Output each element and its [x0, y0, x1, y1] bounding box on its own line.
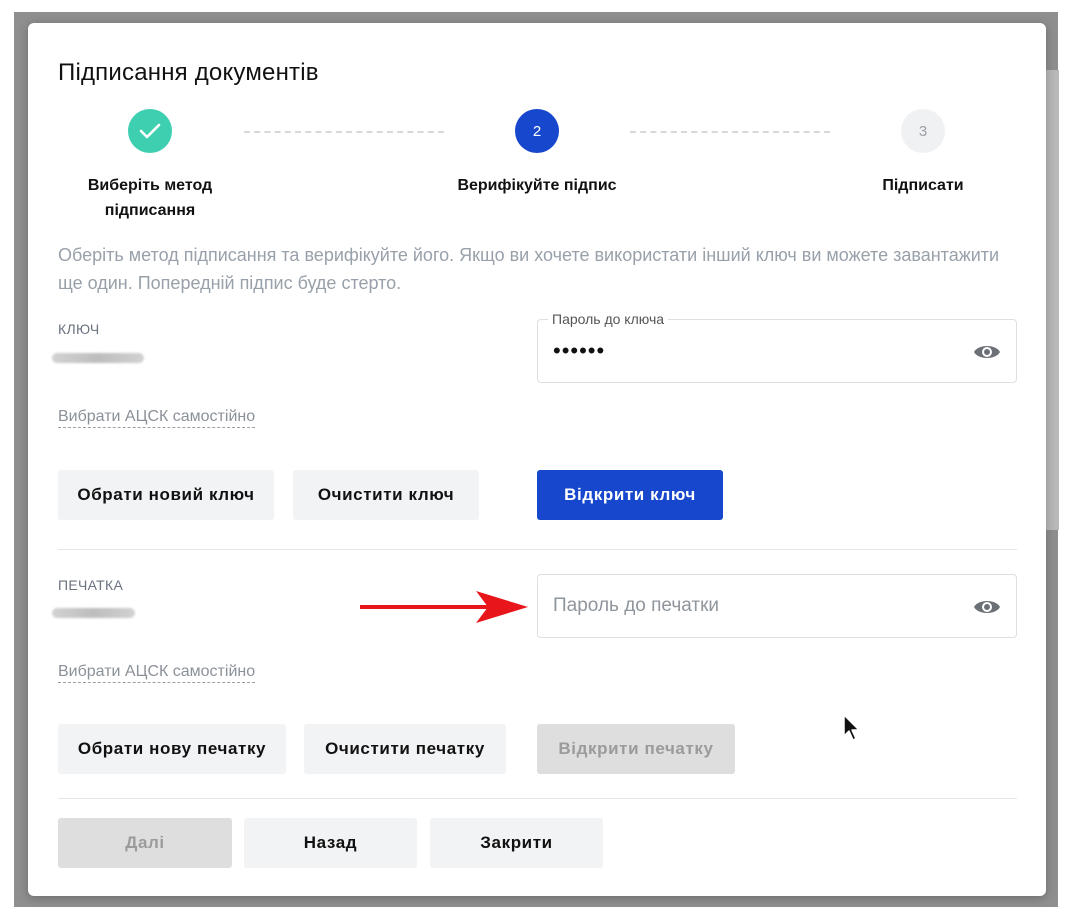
backdrop-scrollbar — [1045, 70, 1059, 530]
step-1-label: Виберіть метод підписання — [87, 177, 213, 219]
stepper-connector-1 — [244, 131, 444, 133]
step-1-done-indicator — [128, 109, 172, 153]
stamp-password-field[interactable]: Пароль до печатки — [537, 574, 1017, 638]
key-password-label: Пароль до ключа — [548, 311, 669, 327]
clear-key-button[interactable]: Очистити ключ — [293, 470, 479, 520]
dialog-title: Підписання документів — [58, 59, 319, 86]
step-3-indicator: 3 — [901, 109, 945, 153]
stamp-name-redacted — [52, 608, 135, 618]
stamp-password-placeholder[interactable]: Пароль до печатки — [553, 595, 719, 617]
stamp-caption: ПЕЧАТКА — [58, 577, 124, 593]
key-choose-acsk-link[interactable]: Вибрати АЦСК самостійно — [58, 407, 256, 428]
step-2-indicator: 2 — [515, 109, 559, 153]
key-name-redacted — [52, 353, 144, 363]
key-caption: КЛЮЧ — [58, 321, 100, 337]
footer-divider — [58, 798, 1017, 799]
next-button[interactable]: Далі — [58, 818, 232, 868]
close-button[interactable]: Закрити — [430, 818, 603, 868]
step-3-label: Підписати — [882, 177, 964, 194]
step-2-label: Верифікуйте підпис — [457, 177, 617, 194]
choose-new-stamp-button[interactable]: Обрати нову печатку — [58, 724, 286, 774]
key-password-field[interactable]: Пароль до ключа •••••• — [537, 311, 1017, 383]
key-password-value[interactable]: •••••• — [553, 338, 605, 364]
stepper-connector-2 — [630, 131, 830, 133]
signing-dialog: Підписання документів 2 3 Виберіть метод… — [28, 23, 1046, 896]
open-key-button[interactable]: Відкрити ключ — [537, 470, 723, 520]
eye-icon[interactable] — [973, 596, 1001, 618]
arrow-annotation — [360, 591, 528, 623]
clear-stamp-button[interactable]: Очистити печатку — [304, 724, 506, 774]
back-button[interactable]: Назад — [244, 818, 417, 868]
eye-icon[interactable] — [973, 341, 1001, 363]
choose-new-key-button[interactable]: Обрати новий ключ — [58, 470, 274, 520]
stamp-choose-acsk-link[interactable]: Вибрати АЦСК самостійно — [58, 662, 256, 683]
section-divider — [58, 549, 1017, 550]
check-icon — [139, 123, 161, 139]
open-stamp-button[interactable]: Відкрити печатку — [537, 724, 735, 774]
mouse-pointer-icon — [843, 714, 860, 741]
step-description: Оберіть метод підписання та верифікуйте … — [58, 245, 1000, 293]
